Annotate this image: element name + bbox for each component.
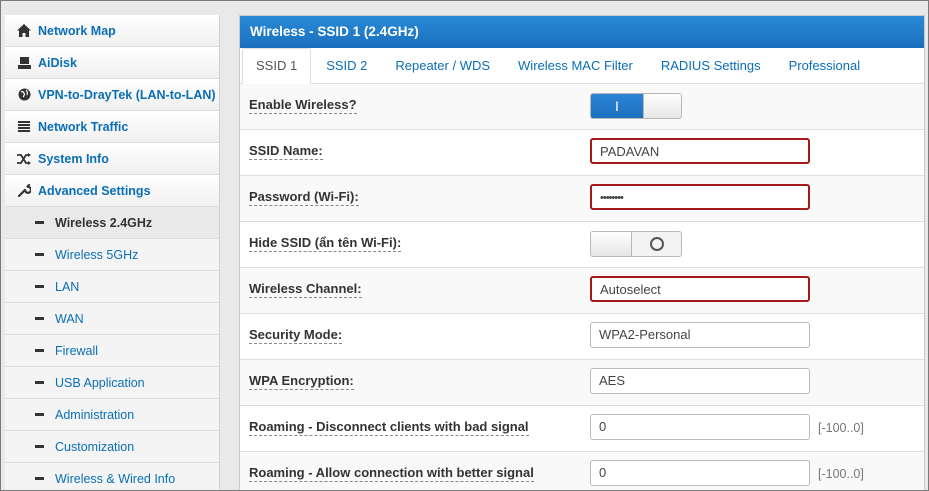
dash-icon [35, 381, 44, 384]
sidebar-subitem-lan[interactable]: LAN [5, 271, 219, 303]
roaming-disconnect-input[interactable]: 0 [590, 414, 810, 440]
sidebar-item-aidisk[interactable]: AiDisk [5, 47, 219, 79]
circle-icon [649, 237, 664, 251]
wpa-encryption-label: WPA Encryption: [249, 373, 354, 390]
dash-icon [35, 253, 44, 256]
sidebar-item-vpn[interactable]: VPN-to-DrayTek (LAN-to-LAN) [5, 79, 219, 111]
sidebar-item-network-map[interactable]: Network Map [5, 15, 219, 47]
dash-icon [35, 317, 44, 320]
hide-ssid-label: Hide SSID (ẩn tên Wi-Fi): [249, 235, 402, 252]
sidebar-item-label: USB Application [55, 375, 145, 390]
sidebar-item-label: Firewall [55, 343, 99, 358]
dash-icon [35, 221, 44, 224]
sidebar-item-system-info[interactable]: System Info [5, 143, 219, 175]
hide-ssid-toggle[interactable] [590, 231, 682, 257]
disk-icon [16, 55, 32, 71]
tab-wireless-mac-filter[interactable]: Wireless MAC Filter [505, 49, 646, 83]
shuffle-icon [16, 151, 32, 167]
row-ssid-name: SSID Name: PADAVAN [240, 130, 924, 176]
password-label: Password (Wi-Fi): [249, 189, 359, 206]
sidebar-item-label: Advanced Settings [38, 183, 151, 198]
sidebar-item-label: WAN [55, 311, 84, 326]
settings-form: Enable Wireless? I SSID Name: PADAVAN Pa… [240, 84, 924, 490]
tab-ssid-2[interactable]: SSID 2 [313, 49, 380, 83]
tab-radius-settings[interactable]: RADIUS Settings [648, 49, 774, 83]
sidebar-subitem-wireless-wired-info[interactable]: Wireless & Wired Info [5, 463, 219, 490]
sidebar-item-network-traffic[interactable]: Network Traffic [5, 111, 219, 143]
sidebar-subitem-wan[interactable]: WAN [5, 303, 219, 335]
row-roaming-disconnect: Roaming - Disconnect clients with bad si… [240, 406, 924, 452]
row-roaming-allow: Roaming - Allow connection with better s… [240, 452, 924, 490]
sidebar: Network Map AiDisk VPN-to-DrayTek (LAN-t… [5, 15, 220, 490]
roaming-disconnect-range: [-100..0] [818, 421, 864, 435]
sidebar-item-label: Wireless 5GHz [55, 247, 139, 262]
sidebar-item-label: Wireless & Wired Info [55, 471, 176, 486]
panel-title: Wireless - SSID 1 (2.4GHz) [240, 16, 924, 48]
enable-wireless-toggle[interactable]: I [590, 93, 682, 119]
security-mode-select[interactable]: WPA2-Personal [590, 322, 810, 348]
globe-icon [16, 87, 32, 103]
app-window: Network Map AiDisk VPN-to-DrayTek (LAN-t… [0, 0, 929, 491]
sidebar-item-label: Customization [55, 439, 135, 454]
wpa-encryption-select[interactable]: AES [590, 368, 810, 394]
sidebar-subitem-customization[interactable]: Customization [5, 431, 219, 463]
sidebar-item-label: System Info [38, 151, 109, 166]
tab-professional[interactable]: Professional [776, 49, 874, 83]
row-password: Password (Wi-Fi): •••••••• [240, 176, 924, 222]
password-input[interactable]: •••••••• [590, 184, 810, 210]
sidebar-item-label: LAN [55, 279, 80, 294]
home-icon [16, 23, 32, 39]
tab-bar: SSID 1 SSID 2 Repeater / WDS Wireless MA… [240, 48, 924, 84]
row-security-mode: Security Mode: WPA2-Personal [240, 314, 924, 360]
sidebar-subitem-wireless-5[interactable]: Wireless 5GHz [5, 239, 219, 271]
sidebar-subitem-administration[interactable]: Administration [5, 399, 219, 431]
ssid-name-input[interactable]: PADAVAN [590, 138, 810, 164]
toggle-knob [591, 232, 632, 256]
tab-ssid-1[interactable]: SSID 1 [242, 48, 312, 84]
row-wireless-channel: Wireless Channel: Autoselect [240, 268, 924, 314]
sidebar-item-label: Administration [55, 407, 135, 422]
sidebar-item-label: Network Traffic [38, 119, 129, 134]
sidebar-subitem-wireless-24[interactable]: Wireless 2.4GHz [5, 207, 219, 239]
dash-icon [35, 445, 44, 448]
sidebar-item-advanced-settings[interactable]: Advanced Settings [5, 175, 219, 207]
roaming-allow-range: [-100..0] [818, 467, 864, 481]
dash-icon [35, 477, 44, 480]
toggle-knob [643, 94, 681, 118]
dash-icon [35, 413, 44, 416]
toggle-on-indicator: I [591, 94, 643, 118]
sidebar-item-label: AiDisk [38, 55, 77, 70]
list-icon [16, 119, 32, 135]
security-mode-label: Security Mode: [249, 327, 343, 344]
row-wpa-encryption: WPA Encryption: AES [240, 360, 924, 406]
ssid-name-label: SSID Name: [249, 143, 323, 160]
row-hide-ssid: Hide SSID (ẩn tên Wi-Fi): [240, 222, 924, 268]
dash-icon [35, 349, 44, 352]
tab-repeater-wds[interactable]: Repeater / WDS [382, 49, 503, 83]
wrench-icon [16, 183, 32, 199]
sidebar-item-label: VPN-to-DrayTek (LAN-to-LAN) [38, 87, 216, 102]
sidebar-item-label: Network Map [38, 23, 116, 38]
wireless-settings-panel: Wireless - SSID 1 (2.4GHz) SSID 1 SSID 2… [239, 15, 925, 490]
dash-icon [35, 285, 44, 288]
toggle-off-indicator [632, 232, 681, 256]
sidebar-item-label: Wireless 2.4GHz [55, 215, 153, 230]
roaming-allow-label: Roaming - Allow connection with better s… [249, 465, 534, 482]
sidebar-subitem-firewall[interactable]: Firewall [5, 335, 219, 367]
wireless-channel-label: Wireless Channel: [249, 281, 362, 298]
row-enable-wireless: Enable Wireless? I [240, 84, 924, 130]
sidebar-subitem-usb-application[interactable]: USB Application [5, 367, 219, 399]
roaming-disconnect-label: Roaming - Disconnect clients with bad si… [249, 419, 529, 436]
enable-wireless-label: Enable Wireless? [249, 97, 357, 114]
wireless-channel-select[interactable]: Autoselect [590, 276, 810, 302]
roaming-allow-input[interactable]: 0 [590, 460, 810, 486]
